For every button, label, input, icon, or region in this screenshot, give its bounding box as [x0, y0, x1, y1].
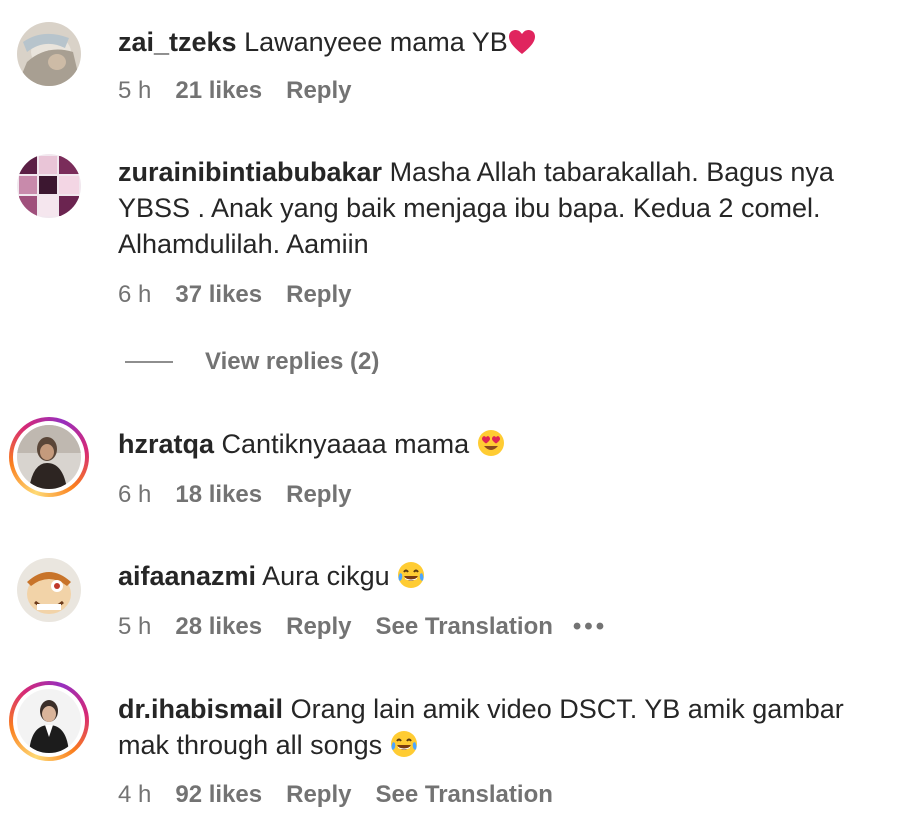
see-translation-button[interactable]: See Translation [375, 781, 552, 809]
comment-time: 6 h [118, 281, 152, 308]
avatar-story-ring[interactable] [9, 681, 89, 761]
comment-time: 4 h [118, 781, 152, 808]
view-replies-button[interactable]: View replies (2) [125, 348, 379, 376]
reply-button[interactable]: Reply [286, 613, 351, 641]
comment-username[interactable]: zurainibintiabubakar [118, 157, 382, 187]
reply-button[interactable]: Reply [286, 781, 351, 809]
comment-time: 6 h [118, 481, 152, 508]
comment-username[interactable]: dr.ihabismail [118, 694, 283, 724]
comment-likes[interactable]: 92 likes [175, 781, 262, 809]
reply-button[interactable]: Reply [286, 481, 351, 509]
avatar-story-ring[interactable] [9, 417, 89, 497]
comment-username[interactable]: aifaanazmi [118, 561, 256, 591]
comment-likes[interactable]: 18 likes [175, 481, 262, 509]
heart-icon [508, 28, 536, 64]
comment-text: Lawanyeee mama YB [244, 27, 508, 57]
comment-likes[interactable]: 37 likes [175, 281, 262, 309]
comment-username[interactable]: hzratqa [118, 429, 214, 459]
comment-likes[interactable]: 21 likes [175, 77, 262, 105]
heart-eyes-emoji [477, 429, 505, 466]
comment-text: Cantiknyaaaa mama [221, 429, 470, 459]
comment-likes[interactable]: 28 likes [175, 613, 262, 641]
view-replies-label[interactable]: View replies (2) [205, 348, 379, 376]
comment-time: 5 h [118, 77, 152, 104]
see-translation-button[interactable]: See Translation [375, 613, 552, 641]
tears-of-joy-emoji [390, 730, 418, 767]
tears-of-joy-emoji [397, 561, 425, 598]
comment-username[interactable]: zai_tzeks [118, 27, 237, 57]
comment-time: 5 h [118, 613, 152, 640]
avatar[interactable] [17, 689, 81, 753]
more-options-icon[interactable]: ••• [573, 613, 607, 641]
comment-text: Aura cikgu [262, 561, 390, 591]
avatar[interactable] [16, 21, 82, 87]
avatar[interactable] [16, 153, 82, 219]
reply-button[interactable]: Reply [286, 77, 351, 105]
avatar[interactable] [16, 557, 82, 623]
reply-button[interactable]: Reply [286, 281, 351, 309]
divider-line [125, 361, 173, 363]
avatar[interactable] [17, 425, 81, 489]
